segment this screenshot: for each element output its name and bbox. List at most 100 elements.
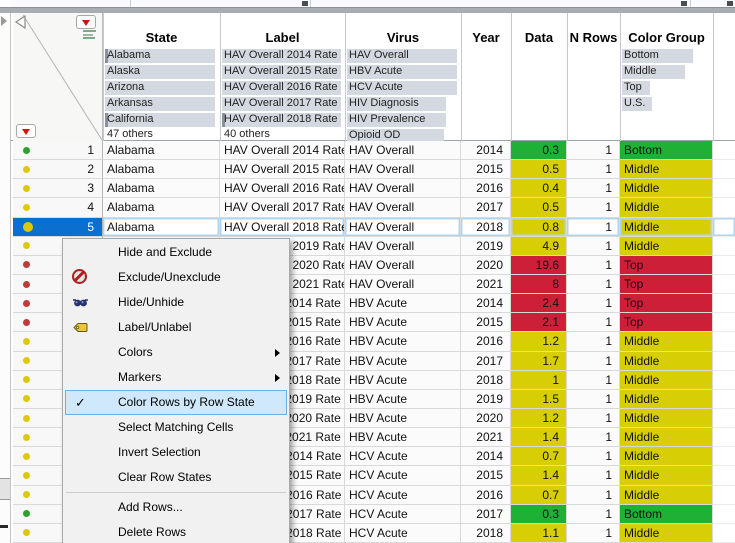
row-state-dot-icon[interactable]: [23, 491, 30, 499]
row-state-dot-icon[interactable]: [23, 357, 30, 365]
menu-item-color-rows-by-row-state[interactable]: ✓ Color Rows by Row State: [65, 390, 287, 415]
state-cell[interactable]: Alabama: [103, 217, 220, 237]
data-cell[interactable]: 0.7: [511, 447, 567, 467]
n-rows-cell[interactable]: 1: [567, 428, 620, 448]
virus-cell[interactable]: HAV Overall: [345, 198, 461, 218]
row-state-dot-icon[interactable]: [23, 376, 30, 384]
column-header-virus[interactable]: Virus: [345, 13, 461, 47]
data-cell[interactable]: 1.4: [511, 466, 567, 486]
color-group-cell[interactable]: Middle: [620, 370, 713, 390]
n-rows-cell[interactable]: 1: [567, 141, 620, 161]
n-rows-cell[interactable]: 1: [567, 255, 620, 275]
row-number-cell[interactable]: 2: [13, 160, 103, 180]
column-header-year[interactable]: Year: [461, 13, 511, 47]
data-cell[interactable]: 8: [511, 274, 567, 295]
filter-item[interactable]: Arizona: [103, 80, 220, 96]
label-cell[interactable]: HAV Overall 2015 Rate: [220, 160, 345, 180]
filter-item[interactable]: U.S.: [620, 96, 713, 112]
virus-cell[interactable]: HBV Acute: [345, 294, 461, 314]
virus-cell[interactable]: HCV Acute: [345, 466, 461, 486]
data-cell[interactable]: 1: [511, 370, 567, 390]
filter-item[interactable]: Alabama: [103, 48, 220, 64]
virus-cell[interactable]: HAV Overall: [345, 160, 461, 180]
n-rows-cell[interactable]: 1: [567, 160, 620, 180]
row-number-cell[interactable]: 5: [13, 217, 103, 237]
menu-item-delete-rows[interactable]: Delete Rows: [63, 520, 289, 543]
color-group-cell[interactable]: Middle: [620, 447, 713, 467]
year-cell[interactable]: 2021: [461, 274, 511, 295]
color-group-cell[interactable]: Middle: [620, 198, 713, 218]
color-group-cell[interactable]: Top: [620, 313, 713, 333]
virus-cell[interactable]: HCV Acute: [345, 447, 461, 467]
columns-red-triangle-menu-button[interactable]: [76, 15, 96, 29]
filter-item[interactable]: HAV Overall 2014 Rate: [220, 48, 345, 64]
row-state-dot-icon[interactable]: [23, 433, 30, 441]
filter-item[interactable]: Top: [620, 80, 713, 96]
year-cell[interactable]: 2017: [461, 198, 511, 218]
menu-item-label-unlabel[interactable]: Label/Unlabel: [63, 315, 289, 340]
row-number-cell[interactable]: 1: [13, 141, 103, 161]
column-header-label[interactable]: Label: [220, 13, 345, 47]
year-cell[interactable]: 2015: [461, 160, 511, 180]
menu-item-colors[interactable]: Colors: [63, 340, 289, 365]
virus-cell[interactable]: HAV Overall: [345, 255, 461, 275]
data-cell[interactable]: 1.5: [511, 389, 567, 409]
state-cell[interactable]: Alabama: [103, 198, 220, 218]
n-rows-cell[interactable]: 1: [567, 198, 620, 218]
data-cell[interactable]: 0.5: [511, 198, 567, 218]
virus-cell[interactable]: HBV Acute: [345, 351, 461, 371]
year-cell[interactable]: 2018: [461, 370, 511, 390]
n-rows-cell[interactable]: 1: [567, 523, 620, 543]
virus-cell[interactable]: HBV Acute: [345, 389, 461, 409]
filter-item[interactable]: HBV Acute: [345, 64, 461, 80]
filter-item[interactable]: HAV Overall 2017 Rate: [220, 96, 345, 112]
row-state-dot-icon[interactable]: [23, 221, 33, 232]
row-number-cell[interactable]: 4: [13, 198, 103, 218]
label-cell[interactable]: HAV Overall 2017 Rate: [220, 198, 345, 218]
year-cell[interactable]: 2015: [461, 313, 511, 333]
color-group-cell[interactable]: Middle: [620, 160, 713, 180]
table-row[interactable]: 5 Alabama HAV Overall 2018 Rate HAV Overall…: [13, 217, 735, 237]
virus-cell[interactable]: HAV Overall: [345, 179, 461, 199]
filter-item[interactable]: HIV Diagnosis: [345, 96, 461, 112]
year-cell[interactable]: 2017: [461, 351, 511, 371]
year-cell[interactable]: 2014: [461, 294, 511, 314]
n-rows-cell[interactable]: 1: [567, 389, 620, 409]
label-cell[interactable]: HAV Overall 2018 Rate: [220, 217, 345, 237]
virus-cell[interactable]: HBV Acute: [345, 332, 461, 352]
row-state-dot-icon[interactable]: [23, 529, 30, 537]
virus-cell[interactable]: HCV Acute: [345, 485, 461, 505]
year-cell[interactable]: 2020: [461, 255, 511, 275]
year-cell[interactable]: 2019: [461, 389, 511, 409]
virus-cell[interactable]: HBV Acute: [345, 408, 461, 429]
virus-cell[interactable]: HAV Overall: [345, 236, 461, 256]
menu-item-clear-row-states[interactable]: Clear Row States: [63, 465, 289, 490]
year-cell[interactable]: 2014: [461, 141, 511, 161]
year-cell[interactable]: 2015: [461, 466, 511, 486]
row-state-dot-icon[interactable]: [23, 165, 30, 173]
n-rows-cell[interactable]: 1: [567, 313, 620, 333]
menu-item-hide-and-exclude[interactable]: Hide and Exclude: [63, 240, 289, 265]
row-state-dot-icon[interactable]: [23, 299, 30, 307]
label-cell[interactable]: HAV Overall 2016 Rate: [220, 179, 345, 199]
row-state-dot-icon[interactable]: [23, 452, 30, 460]
n-rows-cell[interactable]: 1: [567, 332, 620, 352]
columns-list-icon[interactable]: [83, 30, 97, 42]
filter-item[interactable]: HAV Overall 2015 Rate: [220, 64, 345, 80]
data-cell[interactable]: 1.7: [511, 351, 567, 371]
color-group-cell[interactable]: Bottom: [620, 504, 713, 524]
data-cell[interactable]: 4.9: [511, 236, 567, 256]
virus-cell[interactable]: HBV Acute: [345, 428, 461, 448]
color-group-cell[interactable]: Middle: [620, 428, 713, 448]
color-group-cell[interactable]: Top: [620, 255, 713, 275]
state-cell[interactable]: Alabama: [103, 160, 220, 180]
row-state-dot-icon[interactable]: [23, 261, 30, 269]
column-header-n_rows[interactable]: N Rows: [567, 13, 620, 47]
n-rows-cell[interactable]: 1: [567, 370, 620, 390]
filter-item[interactable]: HIV Prevalence: [345, 112, 461, 128]
color-group-cell[interactable]: Middle: [620, 236, 713, 256]
label-cell[interactable]: HAV Overall 2014 Rate: [220, 141, 345, 161]
row-state-dot-icon[interactable]: [23, 414, 30, 422]
filter-item[interactable]: HAV Overall 2018 Rate: [220, 112, 345, 128]
n-rows-cell[interactable]: 1: [567, 447, 620, 467]
